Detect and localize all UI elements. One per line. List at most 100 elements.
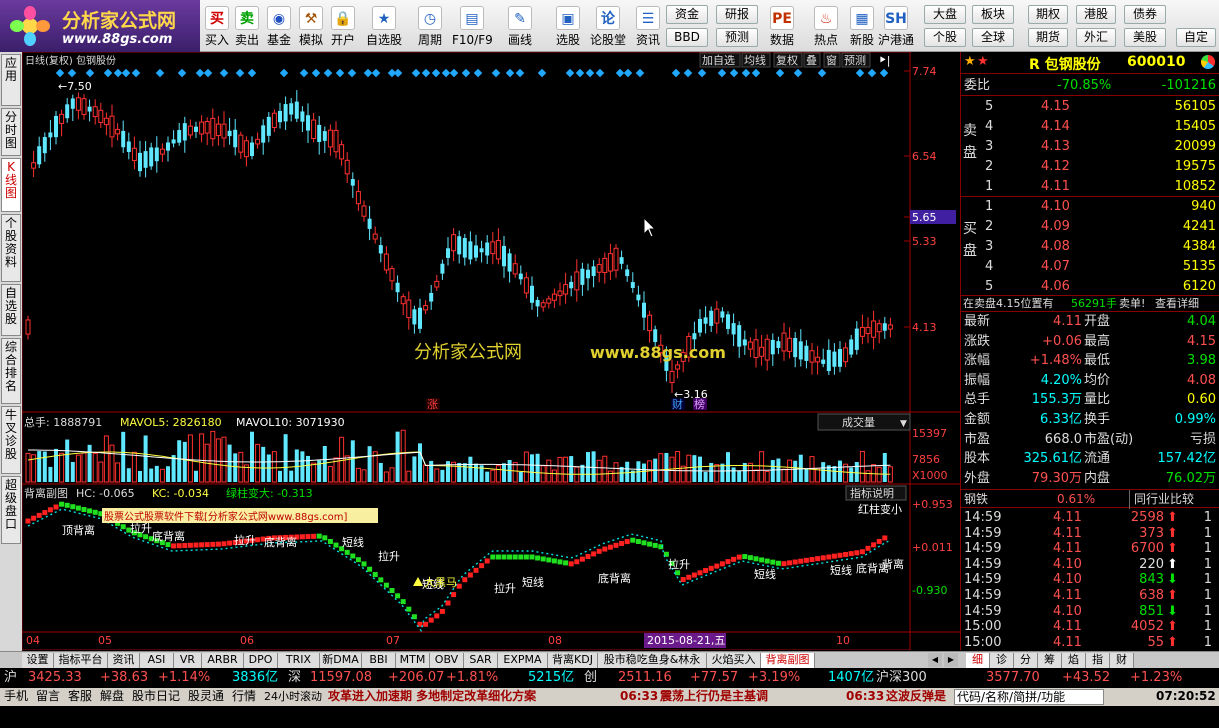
sell-level-row[interactable]: 5 4.15 56105	[961, 97, 1219, 117]
notice-detail-link[interactable]: 查看详细	[1155, 296, 1199, 312]
toolbar-small-button-4[interactable]: 大盘	[924, 5, 966, 24]
quote-tab-0[interactable]: 细	[966, 653, 990, 668]
quote-tab-1[interactable]: 诊	[990, 653, 1014, 668]
toolbar-button-1[interactable]: 卖卖出	[232, 0, 262, 52]
buy-level-row[interactable]: 5 4.06 6120	[961, 277, 1219, 297]
bottom-tab-1[interactable]: 指标平台	[54, 653, 108, 668]
bottom-tab-14[interactable]: 背离KDJ	[548, 653, 598, 668]
toolbar-button-10[interactable]: 论论股堂	[588, 0, 628, 52]
toolbar-small-button-14[interactable]: 自定	[1176, 28, 1216, 47]
bottom-tab-6[interactable]: DPO	[244, 653, 278, 668]
buy-level-row[interactable]: 2 4.09 4241	[961, 217, 1219, 237]
buy-level-row[interactable]: 1 4.10 940	[961, 197, 1219, 217]
status-link-2[interactable]: 客服	[68, 689, 92, 705]
toolbar-small-button-2[interactable]: 研报	[716, 5, 758, 24]
industry-compare-button[interactable]: 同行业比较	[1129, 490, 1194, 509]
left-tab-1[interactable]: 分时图	[1, 108, 21, 156]
toolbar-button-15[interactable]: SH 沪港通	[876, 0, 916, 52]
sell-level-row[interactable]: 1 4.11 10852	[961, 177, 1219, 197]
quote-tab-6[interactable]: 财	[1110, 653, 1134, 668]
quote-tab-2[interactable]: 分	[1014, 653, 1038, 668]
news-headline-3[interactable]: 这波反弹是	[886, 689, 946, 705]
bottom-tab-9[interactable]: BBI	[362, 653, 396, 668]
toolbar-small-button-7[interactable]: 全球	[972, 28, 1014, 47]
bottom-tab-5[interactable]: ARBR	[202, 653, 244, 668]
toolbar-small-button-13[interactable]: 美股	[1124, 28, 1166, 47]
left-tab-0[interactable]: 应用	[1, 54, 21, 106]
bottom-tab-4[interactable]: VR	[174, 653, 202, 668]
toolbar-button-0[interactable]: 买买入	[202, 0, 232, 52]
toolbar-small-button-5[interactable]: 个股	[924, 28, 966, 47]
toolbar-small-button-10[interactable]: 港股	[1076, 5, 1116, 24]
toolbar-small-button-9[interactable]: 期货	[1028, 28, 1068, 47]
quote-tab-5[interactable]: 指	[1086, 653, 1110, 668]
candle-body	[283, 104, 288, 122]
quote-tab-4[interactable]: 焰	[1062, 653, 1086, 668]
bottom-tab-12[interactable]: SAR	[464, 653, 498, 668]
news-headline-1[interactable]: 攻革进入加速期 多地制定改革细化方案	[328, 689, 536, 705]
bottom-tab-11[interactable]: OBV	[430, 653, 464, 668]
toolbar-button-11[interactable]: ☰ 资讯	[628, 0, 668, 52]
bottom-tab-15[interactable]: 股市稳吃鱼身&林永	[598, 653, 707, 668]
news-headline-2[interactable]: 震荡上行仍是主基调	[660, 689, 768, 705]
left-tab-4[interactable]: 自选股	[1, 284, 21, 336]
toolbar-button-8[interactable]: ✎ 画线	[500, 0, 540, 52]
search-input[interactable]: 代码/名称/简拼/功能	[954, 689, 1104, 705]
bottom-tab-17[interactable]: 背离副图	[761, 653, 815, 668]
toolbar-small-button-0[interactable]: 资金	[666, 5, 708, 24]
status-link-1[interactable]: 留言	[36, 689, 60, 705]
toolbar-button-9[interactable]: ▣ 选股	[548, 0, 588, 52]
sell-level-row[interactable]: 4 4.14 15405	[961, 117, 1219, 137]
toolbar-button-12[interactable]: PE 数据	[762, 0, 802, 52]
status-link-4[interactable]: 股市日记	[132, 689, 180, 705]
status-link-7[interactable]: 24小时滚动	[264, 689, 322, 705]
toolbar-small-button-6[interactable]: 板块	[972, 5, 1014, 24]
tab-scroll-right-icon[interactable]: ▶	[944, 653, 958, 667]
left-tab-6[interactable]: 牛叉诊股	[1, 406, 21, 474]
bottom-tab-2[interactable]: 资讯	[108, 653, 140, 668]
toolbar-button-13[interactable]: ♨ 热点	[806, 0, 846, 52]
status-link-3[interactable]: 解盘	[100, 689, 124, 705]
toolbar-small-button-3[interactable]: 预测	[716, 28, 758, 47]
sell-level-row[interactable]: 2 4.12 19575	[961, 157, 1219, 177]
toolbar-small-button-8[interactable]: 期权	[1028, 5, 1068, 24]
toolbar-button-5[interactable]: ★ 自选股	[364, 0, 404, 52]
app-logo[interactable]: 分析家公式网 www.88gs.com	[0, 0, 200, 52]
toolbar-small-button-12[interactable]: 债券	[1124, 5, 1166, 24]
bottom-tab-13[interactable]: EXPMA	[498, 653, 548, 668]
bottom-tab-3[interactable]: ASI	[140, 653, 174, 668]
chart-nav-icon[interactable]: ⯈|	[878, 54, 891, 67]
left-tab-5[interactable]: 综合排名	[1, 338, 21, 404]
status-link-0[interactable]: 手机	[4, 689, 28, 705]
buy-level-row[interactable]: 4 4.07 5135	[961, 257, 1219, 277]
toolbar-button-7[interactable]: ▤ F10/F9	[452, 0, 493, 52]
toolbar-button-4[interactable]: 🔒 开户	[328, 0, 358, 52]
star-icon[interactable]: ★	[964, 54, 976, 69]
left-tab-3[interactable]: 个股资料	[1, 214, 21, 282]
big-order-notice[interactable]: 在卖盘4.15位置有 56291手 卖单! 查看详细	[961, 295, 1219, 312]
toolbar-small-button-11[interactable]: 外汇	[1076, 28, 1116, 47]
toolbar-small-button-1[interactable]: BBD	[666, 28, 708, 47]
status-link-6[interactable]: 行情	[232, 689, 256, 705]
kline-chart-area[interactable]: 日线(复权) 包钢股份 加自选 均线 复权叠窗预测 ⯈| 7.74 6.54 5.65 5.33…	[21, 51, 960, 651]
buy-level-row[interactable]: 3 4.08 4384	[961, 237, 1219, 257]
left-tab-7[interactable]: 超级盘口	[1, 476, 21, 544]
tab-scroll-left-icon[interactable]: ◀	[928, 653, 942, 667]
indicator-mark	[42, 510, 48, 516]
toolbar-button-2[interactable]: ◉ 基金	[264, 0, 294, 52]
toolbar-button-3[interactable]: ⚒ 模拟	[296, 0, 326, 52]
star-red-icon[interactable]: ★	[977, 54, 989, 69]
volume-bar	[602, 455, 608, 483]
pie-chart-icon[interactable]	[1201, 55, 1215, 69]
bottom-tab-16[interactable]: 火焰买入	[707, 653, 761, 668]
bottom-tab-8[interactable]: 新DMA	[320, 653, 362, 668]
sell-level-row[interactable]: 3 4.13 20099	[961, 137, 1219, 157]
bottom-tab-0[interactable]: 设置	[22, 653, 54, 668]
quote-tab-3[interactable]: 筹	[1038, 653, 1062, 668]
status-link-5[interactable]: 股灵通	[188, 689, 224, 705]
left-tab-2[interactable]: K线图	[1, 158, 21, 212]
bottom-tab-7[interactable]: TRIX	[278, 653, 320, 668]
bottom-tab-10[interactable]: MTM	[396, 653, 430, 668]
kline-chart-svg[interactable]: 日线(复权) 包钢股份 加自选 均线 复权叠窗预测 ⯈| 7.74 6.54 5.65 5.33…	[21, 51, 960, 651]
toolbar-button-6[interactable]: ◷ 周期	[410, 0, 450, 52]
